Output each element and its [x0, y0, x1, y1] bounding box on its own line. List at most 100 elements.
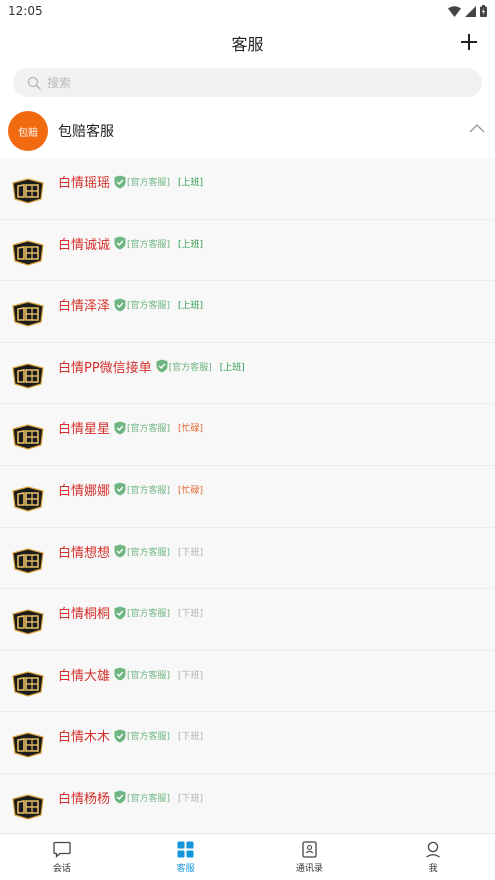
contact-avatar-logo: [12, 732, 44, 758]
official-badge: [官方客服]: [127, 547, 171, 558]
contact-name: 白情娜娜: [58, 483, 111, 499]
contact-avatar-logo: [12, 794, 44, 820]
duty-status: [下班]: [178, 793, 204, 804]
contact-info: 白情瑶瑶 [官方客服] [上班]: [58, 172, 203, 191]
contact-info: 白情杨杨 [官方客服] [下班]: [58, 788, 203, 807]
search-bar: [13, 68, 482, 97]
official-badge: [官方客服]: [127, 301, 171, 312]
official-badge: [官方客服]: [127, 485, 171, 496]
contact-list-item[interactable]: 白情杨杨 [官方客服] [下班]: [0, 774, 495, 833]
official-badge: [官方客服]: [127, 424, 171, 435]
search-input[interactable]: [47, 75, 447, 90]
official-badge: [官方客服]: [127, 239, 171, 250]
official-badge: [官方客服]: [127, 178, 171, 188]
contact-list-item[interactable]: 白情PP微信接单 [官方客服] [上班]: [0, 343, 495, 405]
add-button[interactable]: [457, 30, 481, 54]
contact-list-item[interactable]: 白情诚诚 [官方客服] [上班]: [0, 220, 495, 282]
contact-list-item[interactable]: 白情娜娜 [官方客服] [忙碌]: [0, 466, 495, 528]
contact-avatar-logo: [12, 363, 44, 389]
contact-name: 白情PP微信接单: [58, 360, 152, 376]
contact-avatar-logo: [12, 301, 44, 327]
contacts-book-icon: [302, 840, 317, 858]
verified-shield-icon: [114, 667, 126, 681]
duty-status: [忙碌]: [178, 424, 204, 435]
contact-info: 白情娜娜 [官方客服] [忙碌]: [58, 480, 203, 499]
tab-chat[interactable]: 会话: [0, 834, 124, 880]
duty-status: [忙碌]: [178, 485, 204, 496]
group-title: 包赔客服: [58, 124, 114, 140]
contact-info: 白情大雄 [官方客服] [下班]: [58, 665, 203, 684]
grid-icon: [177, 841, 194, 857]
contact-list-item[interactable]: 白情星星 [官方客服] [忙碌]: [0, 404, 495, 466]
person-icon: [426, 841, 440, 858]
official-badge: [官方客服]: [127, 793, 171, 804]
duty-status: [下班]: [178, 547, 204, 558]
wifi-icon: [448, 5, 461, 17]
duty-status: [下班]: [178, 670, 204, 681]
contact-name: 白情木木: [58, 730, 111, 746]
verified-shield-icon: [114, 175, 126, 188]
verified-shield-icon: [114, 790, 126, 804]
verified-shield-icon: [156, 359, 168, 373]
signal-icon: [465, 5, 476, 17]
contact-name: 白情瑶瑶: [58, 176, 111, 191]
battery-icon: [480, 5, 487, 17]
status-icons: [448, 5, 487, 17]
contact-avatar-logo: [12, 178, 44, 204]
tab-label: 通讯录: [295, 863, 323, 874]
contact-avatar-logo: [12, 239, 44, 266]
contact-list-item[interactable]: 白情想想 [官方客服] [下班]: [0, 528, 495, 590]
tab-label: 我: [428, 863, 438, 874]
contact-list-item[interactable]: 白情桐桐 [官方客服] [下班]: [0, 589, 495, 651]
bottom-tab-bar: 会话 客服 通讯录 我: [0, 833, 495, 880]
contact-avatar-logo: [12, 424, 44, 451]
contact-info: 白情PP微信接单 [官方客服] [上班]: [58, 357, 245, 376]
search-box[interactable]: [13, 68, 482, 97]
contact-name: 白情大雄: [58, 668, 111, 684]
contact-list-item[interactable]: 白情大雄 [官方客服] [下班]: [0, 651, 495, 713]
contact-avatar-logo: [12, 547, 44, 574]
tab-customer-service[interactable]: 客服: [124, 834, 248, 880]
group-avatar: 包赔: [8, 111, 48, 151]
contact-info: 白情星星 [官方客服] [忙碌]: [58, 418, 203, 437]
contact-name: 白情星星: [58, 422, 111, 438]
plus-icon: [461, 34, 477, 50]
contact-name: 白情泽泽: [58, 299, 111, 315]
official-badge: [官方客服]: [127, 609, 171, 620]
status-time: 12:05: [8, 4, 43, 18]
contact-avatar-logo: [12, 609, 44, 635]
contact-list-item[interactable]: 白情木木 [官方客服] [下班]: [0, 712, 495, 774]
group-header[interactable]: 包赔 包赔客服: [0, 104, 495, 158]
contact-info: 白情桐桐 [官方客服] [下班]: [58, 603, 203, 622]
contact-list-item[interactable]: 白情瑶瑶 [官方客服] [上班]: [0, 158, 495, 220]
chevron-up-icon[interactable]: [469, 123, 485, 133]
contact-name: 白情桐桐: [58, 607, 111, 623]
official-badge: [官方客服]: [127, 732, 171, 743]
verified-shield-icon: [114, 421, 126, 435]
page-title: 客服: [231, 35, 264, 54]
contact-name: 白情想想: [58, 545, 111, 561]
contact-list: 白情瑶瑶 [官方客服] [上班] 白情诚诚 [官方客服] [上班] 白情泽泽 […: [0, 158, 495, 833]
verified-shield-icon: [114, 606, 126, 620]
duty-status: [上班]: [178, 178, 204, 188]
contact-info: 白情木木 [官方客服] [下班]: [58, 726, 203, 745]
tab-contacts[interactable]: 通讯录: [248, 834, 372, 880]
verified-shield-icon: [114, 729, 126, 743]
duty-status: [上班]: [178, 301, 204, 312]
official-badge: [官方客服]: [127, 670, 171, 681]
verified-shield-icon: [114, 482, 126, 496]
duty-status: [上班]: [178, 239, 204, 250]
duty-status: [下班]: [178, 732, 204, 743]
duty-status: [上班]: [219, 362, 245, 373]
tab-me[interactable]: 我: [371, 834, 495, 880]
contact-name: 白情杨杨: [58, 791, 111, 807]
tab-label: 客服: [176, 863, 195, 874]
contact-name: 白情诚诚: [58, 237, 111, 253]
verified-shield-icon: [114, 298, 126, 312]
contact-list-item[interactable]: 白情泽泽 [官方客服] [上班]: [0, 281, 495, 343]
group-avatar-text: 包赔: [18, 127, 38, 139]
verified-shield-icon: [114, 544, 126, 558]
official-badge: [官方客服]: [168, 362, 212, 373]
app-header: 客服: [0, 22, 495, 64]
contact-info: 白情泽泽 [官方客服] [上班]: [58, 295, 203, 314]
